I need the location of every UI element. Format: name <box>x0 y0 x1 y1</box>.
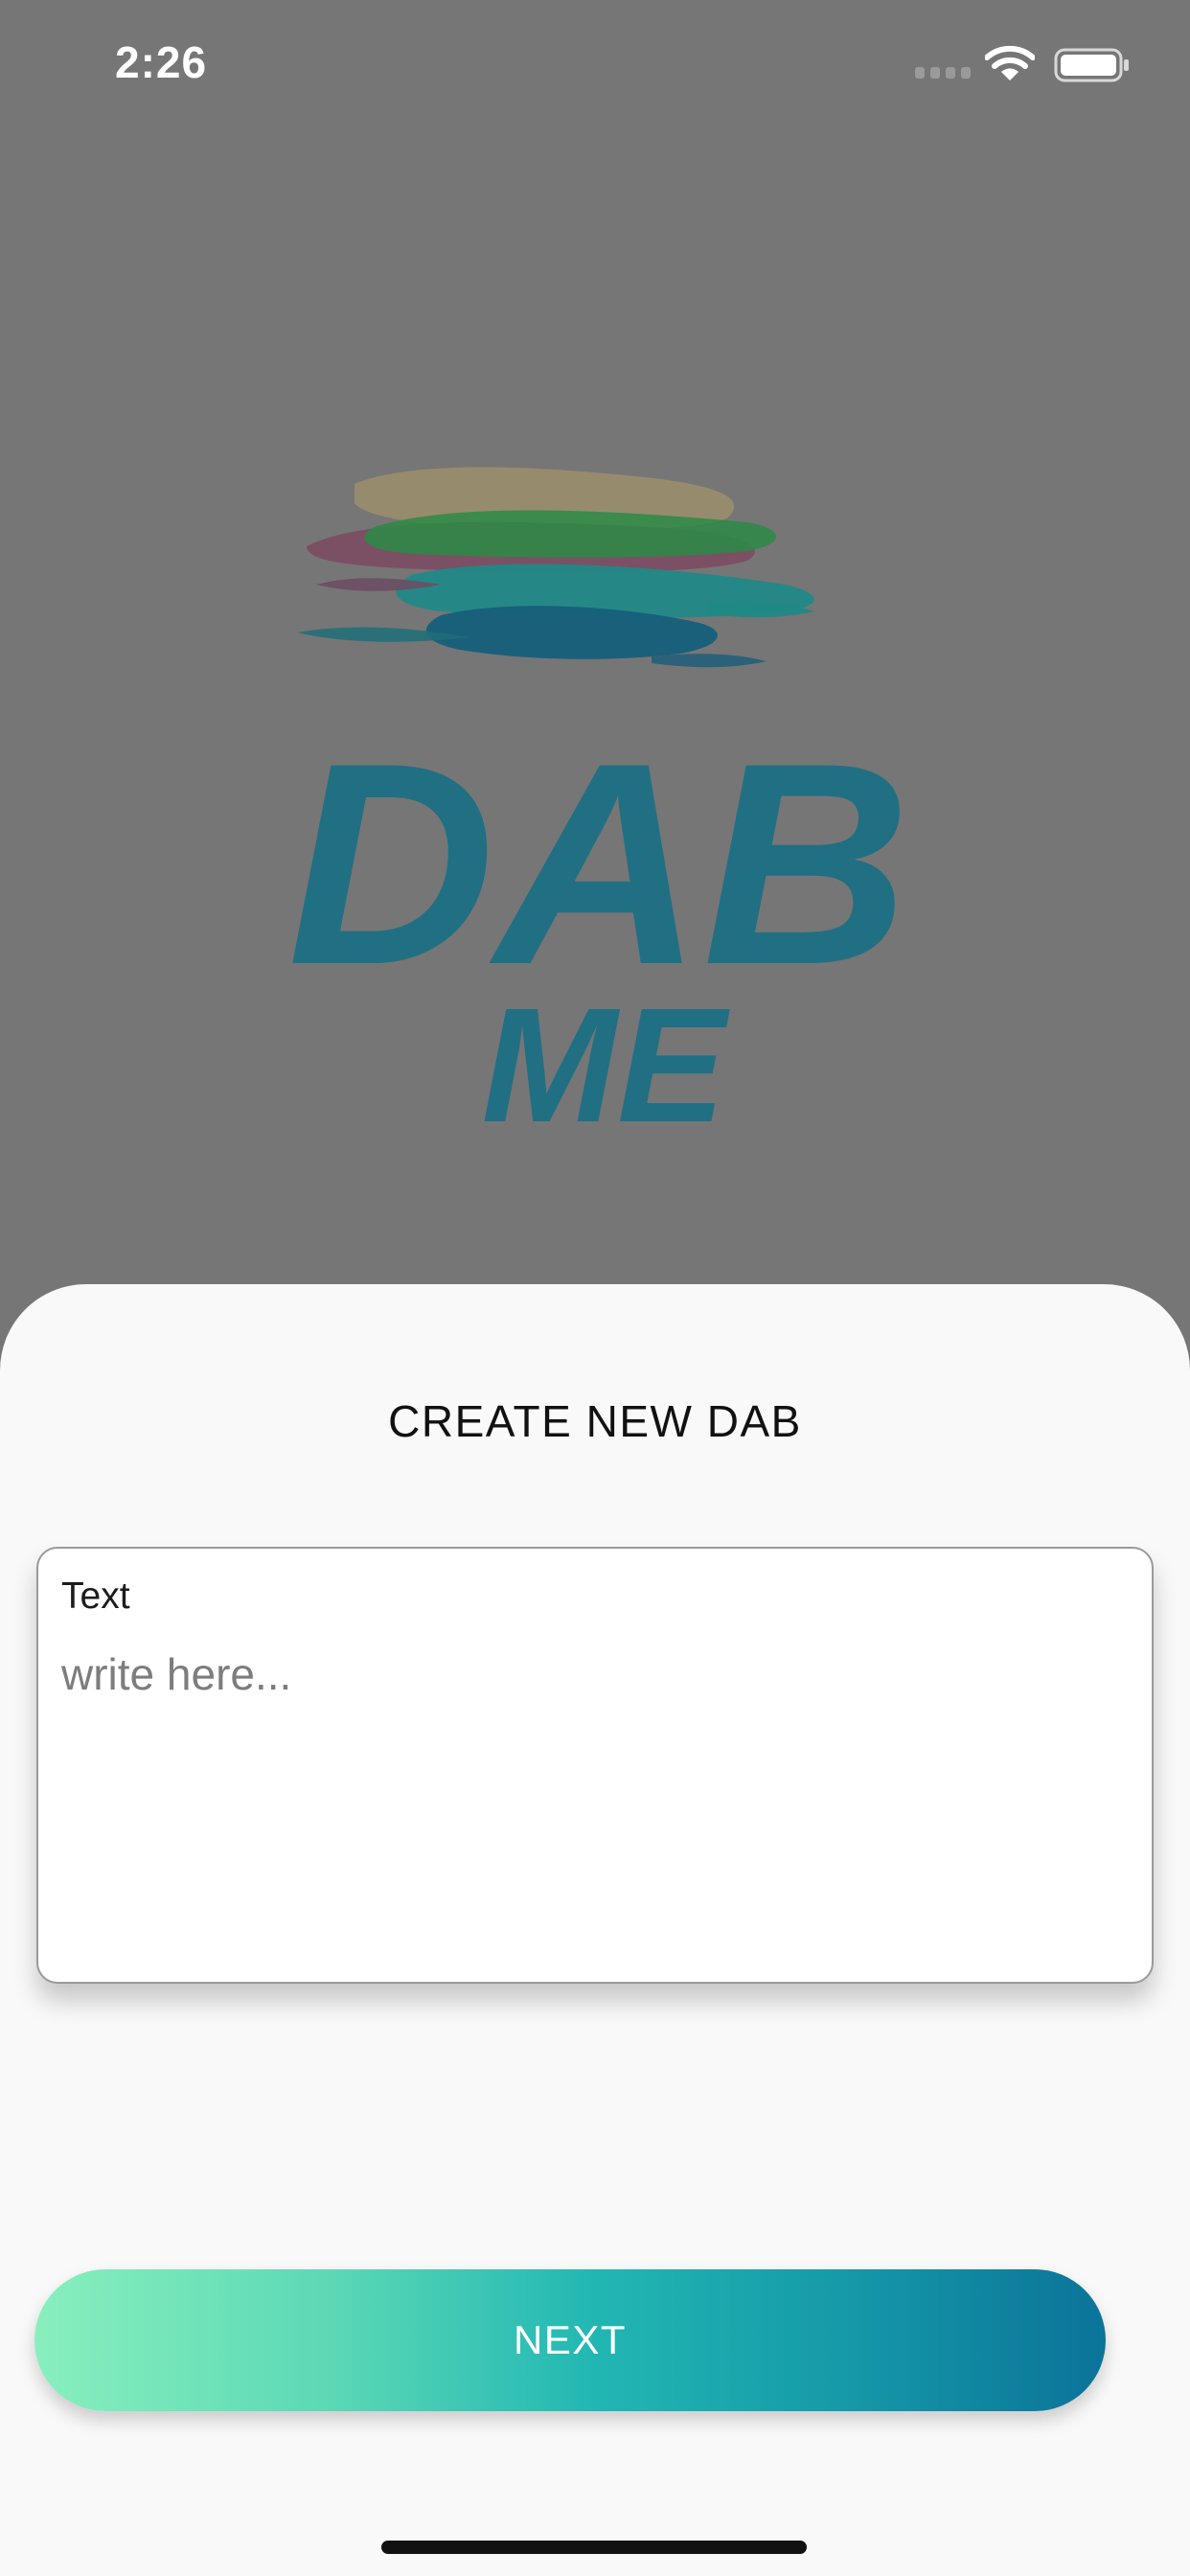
dab-me-logo: DAB ME <box>249 441 949 1157</box>
sheet-title: CREATE NEW DAB <box>388 1396 802 1446</box>
text-field-label: Text <box>61 1576 130 1617</box>
wifi-icon <box>984 44 1036 82</box>
status-time: 2:26 <box>115 37 208 87</box>
next-button[interactable]: NEXT <box>34 2269 1106 2411</box>
logo-text-me: ME <box>482 975 731 1140</box>
screen: 2:26 DAB ME CREATE NEW DAB Text write he… <box>0 0 1190 2576</box>
create-dab-sheet: CREATE NEW DAB Text NEXT <box>0 1284 1190 2576</box>
text-input[interactable] <box>61 1648 1125 1955</box>
signal-icon <box>915 67 971 80</box>
home-indicator <box>381 2541 807 2554</box>
status-bar: 2:26 <box>0 0 1190 134</box>
text-field-card: Text <box>36 1547 1154 1984</box>
paint-splash-icon <box>297 467 814 668</box>
battery-icon <box>1054 48 1131 82</box>
